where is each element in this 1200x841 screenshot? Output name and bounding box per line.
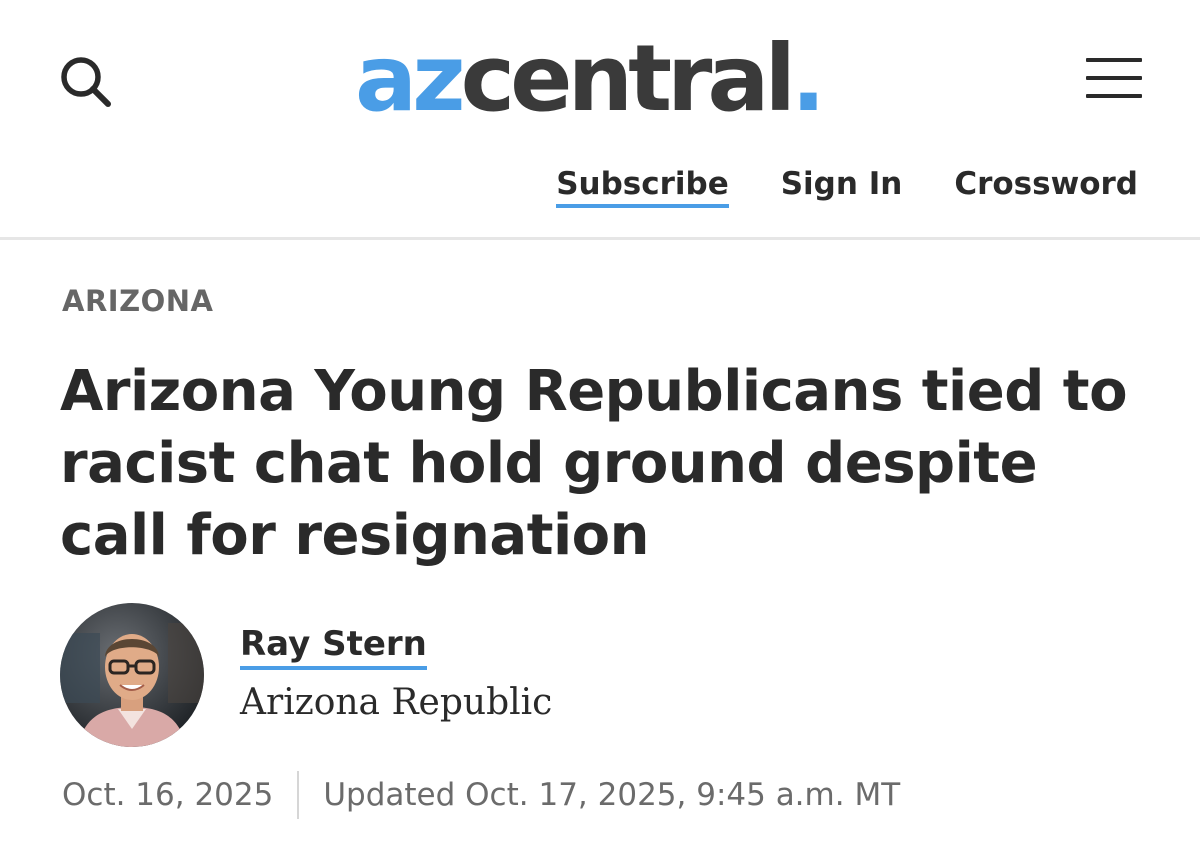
- search-button[interactable]: [52, 48, 118, 114]
- author-avatar[interactable]: [60, 603, 204, 747]
- search-icon: [61, 57, 111, 107]
- header-nav: Subscribe Sign In Crossword: [556, 166, 1138, 208]
- logo-az: az: [355, 25, 466, 132]
- crossword-link[interactable]: Crossword: [954, 166, 1138, 202]
- article-dates: Oct. 16, 2025 Updated Oct. 17, 2025, 9:4…: [62, 770, 900, 820]
- logo-dot: .: [791, 25, 826, 132]
- article-headline: Arizona Young Republicans tied to racist…: [60, 359, 1128, 568]
- date-divider: [297, 771, 300, 819]
- subscribe-link[interactable]: Subscribe: [556, 166, 729, 208]
- updated-date: Updated Oct. 17, 2025, 9:45 a.m. MT: [323, 777, 901, 813]
- author-organization: Arizona Republic: [240, 682, 553, 723]
- logo-central: central: [460, 25, 796, 132]
- site-header: azcentral. Subscribe Sign In Crossword: [0, 0, 1200, 240]
- menu-button[interactable]: [1086, 56, 1144, 102]
- author-photo: [60, 603, 204, 747]
- site-logo[interactable]: azcentral.: [355, 24, 855, 134]
- sign-in-link[interactable]: Sign In: [781, 166, 903, 202]
- author-name-link[interactable]: Ray Stern: [240, 624, 427, 670]
- published-date: Oct. 16, 2025: [62, 777, 274, 813]
- section-label[interactable]: ARIZONA: [62, 284, 213, 318]
